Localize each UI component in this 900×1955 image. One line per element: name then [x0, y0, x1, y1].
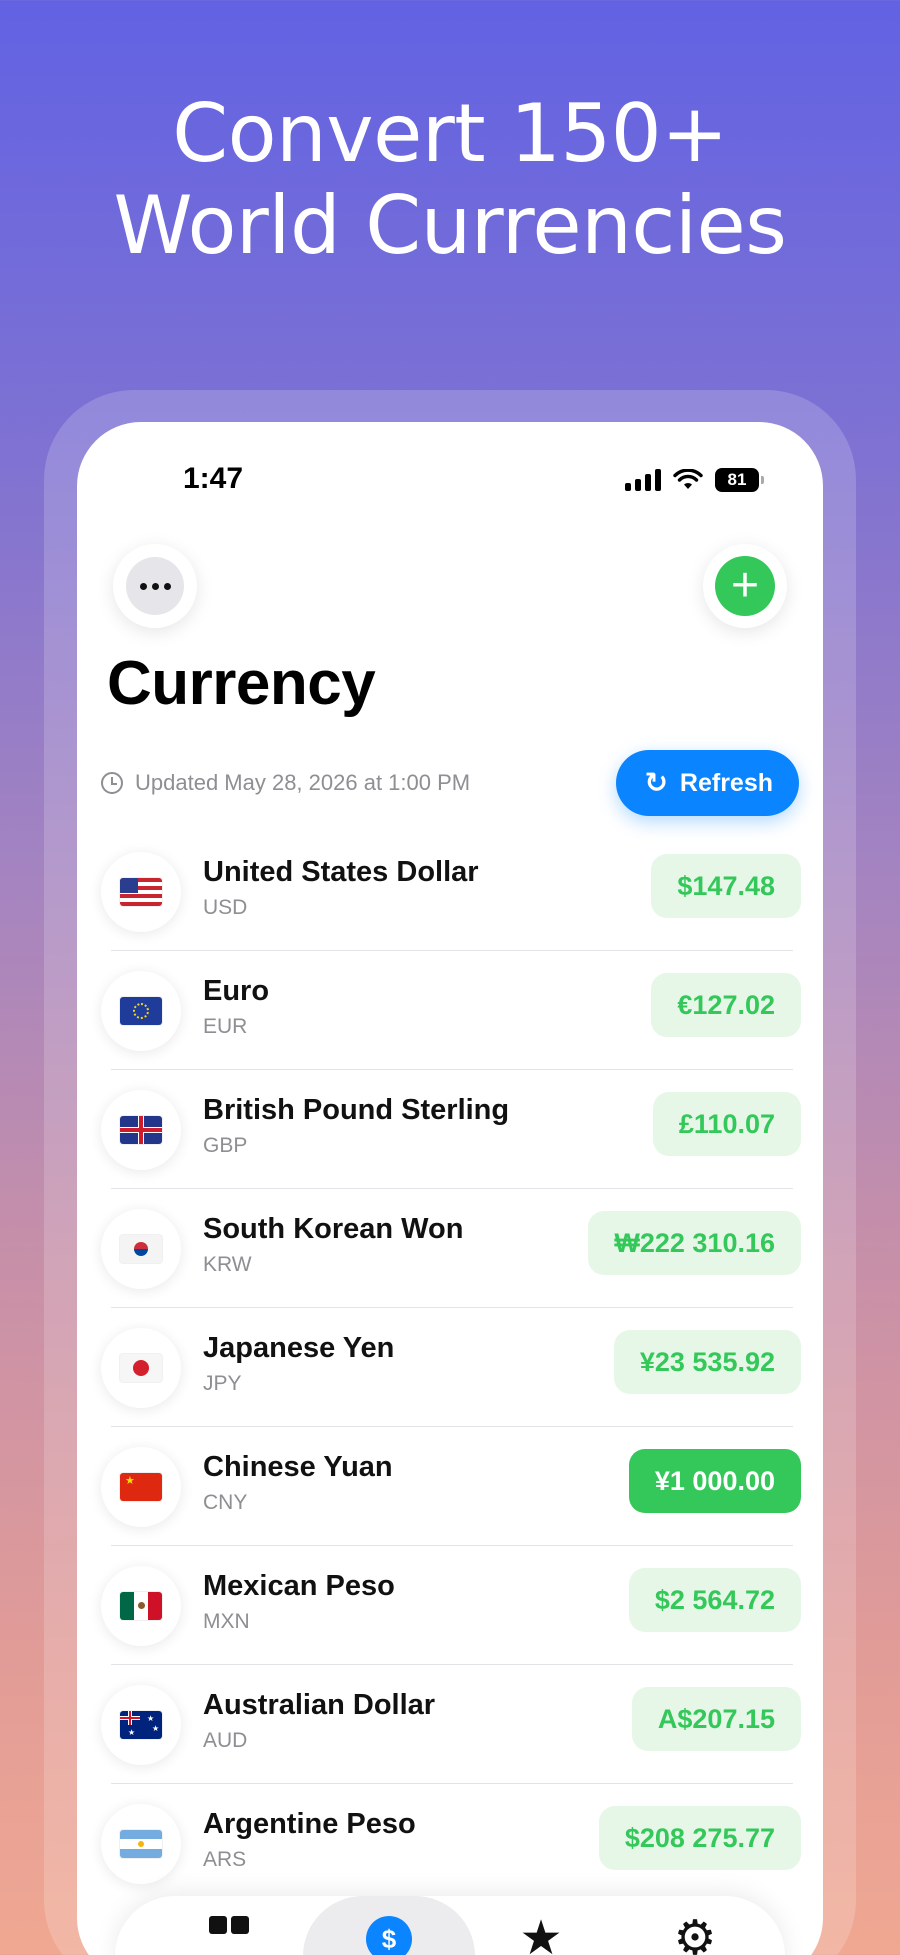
- flag-gbp: [101, 1090, 181, 1170]
- currency-amount[interactable]: $208 275.77: [598, 1806, 801, 1870]
- gear-icon: ⚙: [673, 1912, 717, 1955]
- flag-jpy: [101, 1328, 181, 1408]
- currency-amount[interactable]: $2 564.72: [628, 1568, 801, 1632]
- flag-krw: [101, 1209, 181, 1289]
- currency-list: United States Dollar USD $147.48 Euro EU…: [77, 832, 823, 1903]
- currency-amount[interactable]: $147.48: [651, 854, 801, 918]
- currency-row-eur[interactable]: Euro EUR €127.02: [77, 951, 823, 1070]
- flag-mxn: [101, 1566, 181, 1646]
- updated-label: Updated May 28, 2026 at 1:00 PM: [135, 770, 471, 795]
- phone-screen: 1:47 81 + Currency Updated May 28, 2026 …: [77, 422, 823, 1955]
- headline-line-1: Convert 150+: [172, 87, 728, 180]
- uk-flag-icon: [120, 1116, 162, 1144]
- cn-flag-icon: ★: [120, 1473, 162, 1501]
- currency-row-cny[interactable]: ★ Chinese Yuan CNY ¥1 000.00: [77, 1427, 823, 1546]
- currency-code: MXN: [203, 1610, 250, 1633]
- currency-row-jpy[interactable]: Japanese Yen JPY ¥23 535.92: [77, 1308, 823, 1427]
- add-currency-button[interactable]: +: [703, 544, 787, 628]
- currency-code: CNY: [203, 1491, 248, 1514]
- more-button[interactable]: [113, 544, 197, 628]
- currency-name: South Korean Won: [203, 1213, 464, 1245]
- au-flag-icon: ★ ★ ★: [120, 1711, 162, 1739]
- currency-code: USD: [203, 896, 248, 919]
- currency-row-mxn[interactable]: Mexican Peso MXN $2 564.72: [77, 1546, 823, 1665]
- status-time: 1:47: [183, 462, 244, 495]
- currency-name: Japanese Yen: [203, 1332, 395, 1364]
- currency-name: British Pound Sterling: [203, 1094, 510, 1126]
- currency-code: EUR: [203, 1015, 248, 1038]
- currency-name: Chinese Yuan: [203, 1451, 393, 1483]
- currency-amount[interactable]: £110.07: [652, 1092, 801, 1156]
- marketing-headline: Convert 150+ World Currencies: [0, 88, 900, 272]
- tab-overview[interactable]: [159, 1896, 299, 1955]
- currency-code: KRW: [203, 1253, 252, 1276]
- eu-flag-icon: [120, 997, 162, 1025]
- updated-timestamp: Updated May 28, 2026 at 1:00 PM: [101, 770, 470, 796]
- currency-row-aud[interactable]: ★ ★ ★ Australian Dollar AUD A$207.15: [77, 1665, 823, 1784]
- us-flag-icon: [120, 878, 162, 906]
- more-icon: [126, 557, 184, 615]
- currency-code: GBP: [203, 1134, 248, 1157]
- refresh-label: Refresh: [679, 768, 773, 797]
- currency-row-ars[interactable]: Argentine Peso ARS $208 275.77: [77, 1784, 823, 1903]
- currency-code: ARS: [203, 1848, 247, 1871]
- wifi-icon: [673, 469, 703, 489]
- currency-code: JPY: [203, 1372, 242, 1395]
- jp-flag-icon: [120, 1354, 162, 1382]
- tab-settings[interactable]: ⚙: [625, 1896, 765, 1955]
- tab-bar: $ ★ ⚙: [115, 1896, 785, 1955]
- currency-name: Euro: [203, 975, 270, 1007]
- signal-icon: [625, 469, 661, 491]
- refresh-button[interactable]: ↻ Refresh: [616, 750, 799, 816]
- flag-eur: [101, 971, 181, 1051]
- currency-row-krw[interactable]: South Korean Won KRW ₩222 310.16: [77, 1189, 823, 1308]
- flag-ars: [101, 1804, 181, 1884]
- currency-name: Mexican Peso: [203, 1570, 395, 1602]
- dollar-icon: $: [366, 1916, 412, 1955]
- currency-name: Argentine Peso: [203, 1808, 416, 1840]
- status-icons: 81: [625, 468, 764, 492]
- tab-currency[interactable]: $: [303, 1896, 475, 1955]
- currency-name: United States Dollar: [203, 856, 479, 888]
- plus-icon: +: [715, 556, 775, 616]
- headline-line-2: World Currencies: [113, 179, 787, 272]
- flag-usd: [101, 852, 181, 932]
- battery-icon: 81: [715, 468, 764, 492]
- tab-favorites[interactable]: ★: [471, 1896, 611, 1955]
- currency-amount-selected[interactable]: ¥1 000.00: [628, 1449, 801, 1513]
- currency-row-usd[interactable]: United States Dollar USD $147.48: [77, 832, 823, 951]
- star-icon: ★: [519, 1912, 563, 1955]
- currency-amount[interactable]: €127.02: [651, 973, 801, 1037]
- currency-amount[interactable]: ₩222 310.16: [588, 1211, 801, 1275]
- flag-cny: ★: [101, 1447, 181, 1527]
- currency-amount[interactable]: A$207.15: [631, 1687, 801, 1751]
- currency-name: Australian Dollar: [203, 1689, 436, 1721]
- mx-flag-icon: [120, 1592, 162, 1620]
- ar-flag-icon: [120, 1830, 162, 1858]
- currency-amount[interactable]: ¥23 535.92: [613, 1330, 801, 1394]
- currency-row-gbp[interactable]: British Pound Sterling GBP £110.07: [77, 1070, 823, 1189]
- currency-code: AUD: [203, 1729, 248, 1752]
- refresh-icon: ↻: [644, 767, 668, 798]
- kr-flag-icon: [120, 1235, 162, 1263]
- page-title: Currency: [107, 649, 376, 718]
- grid-icon: [209, 1916, 249, 1955]
- clock-icon: [101, 772, 123, 794]
- flag-aud: ★ ★ ★: [101, 1685, 181, 1765]
